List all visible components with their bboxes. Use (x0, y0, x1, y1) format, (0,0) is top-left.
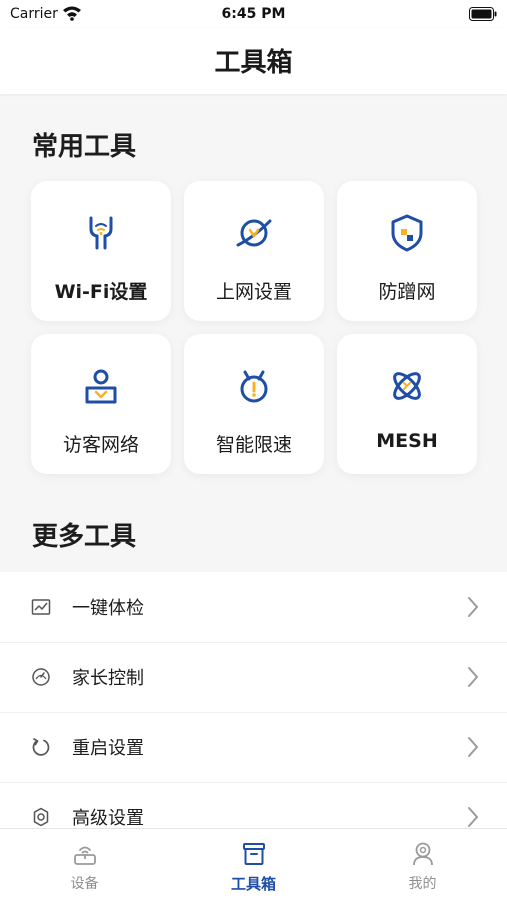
tool-label: 访客网络 (62, 434, 139, 456)
advanced-settings-gear-icon (33, 807, 49, 827)
tab-toolbox[interactable]: 工具箱 (169, 829, 338, 901)
router-device-icon (74, 846, 96, 865)
parental-control-icon (32, 668, 50, 686)
mesh-icon (393, 372, 421, 400)
chevron-right-icon (468, 807, 478, 827)
health-check-icon (31, 599, 51, 615)
status-bar: Carrier 6:45 PM (0, 0, 507, 28)
tool-card-mesh[interactable]: MESH (337, 334, 477, 474)
list-item-health-check[interactable]: 一键体检 (0, 572, 507, 643)
nav-bar: 工具箱 (0, 28, 507, 94)
tool-label: Wi-Fi设置 (54, 281, 148, 303)
chevron-right-icon (468, 597, 478, 617)
tool-card-wifi-settings[interactable]: Wi-Fi设置 (31, 181, 171, 321)
list-item-parental-control[interactable]: 家长控制 (0, 642, 507, 713)
tool-label: 防蹭网 (378, 281, 436, 303)
page-title: 工具箱 (214, 48, 293, 78)
chevron-right-icon (468, 737, 478, 757)
tool-label: 智能限速 (215, 434, 292, 456)
battery-icon (469, 7, 497, 21)
profile-icon (413, 842, 433, 866)
tab-label: 我的 (408, 876, 437, 892)
list-item-label: 一键体检 (72, 598, 144, 619)
list-item-label: 家长控制 (72, 668, 144, 689)
smart-speed-limit-icon (240, 370, 268, 403)
tab-bar: 设备 工具箱 我的 (0, 828, 507, 901)
anti-freeloading-shield-icon (391, 214, 423, 252)
restart-icon (32, 738, 50, 756)
tool-label: 上网设置 (215, 281, 292, 303)
list-item-label: 高级设置 (72, 808, 144, 828)
tool-card-internet-settings[interactable]: 上网设置 (184, 181, 324, 321)
chevron-right-icon (468, 667, 478, 687)
guest-network-icon (85, 369, 117, 404)
more-tools-heading: 更多工具 (32, 522, 137, 552)
list-item-restart[interactable]: 重启设置 (0, 712, 507, 783)
list-item-advanced-settings[interactable]: 高级设置 (0, 782, 507, 828)
tab-label: 设备 (70, 876, 99, 892)
tab-label: 工具箱 (230, 875, 276, 893)
toolbox-icon (243, 843, 265, 865)
tool-card-smart-speed-limit[interactable]: 智能限速 (184, 334, 324, 474)
more-tools-list: 一键体检 家长控制 重启设置 高级设置 (0, 572, 507, 828)
tab-profile[interactable]: 我的 (338, 829, 507, 901)
internet-settings-icon (236, 219, 272, 247)
tool-label: MESH (376, 430, 438, 452)
tool-card-anti-freeloading[interactable]: 防蹭网 (337, 181, 477, 321)
list-item-label: 重启设置 (72, 738, 144, 759)
tool-card-guest-network[interactable]: 访客网络 (31, 334, 171, 474)
status-time: 6:45 PM (221, 6, 286, 22)
wifi-settings-icon (89, 216, 113, 250)
common-tools-heading: 常用工具 (32, 132, 137, 162)
tab-devices[interactable]: 设备 (0, 829, 169, 901)
